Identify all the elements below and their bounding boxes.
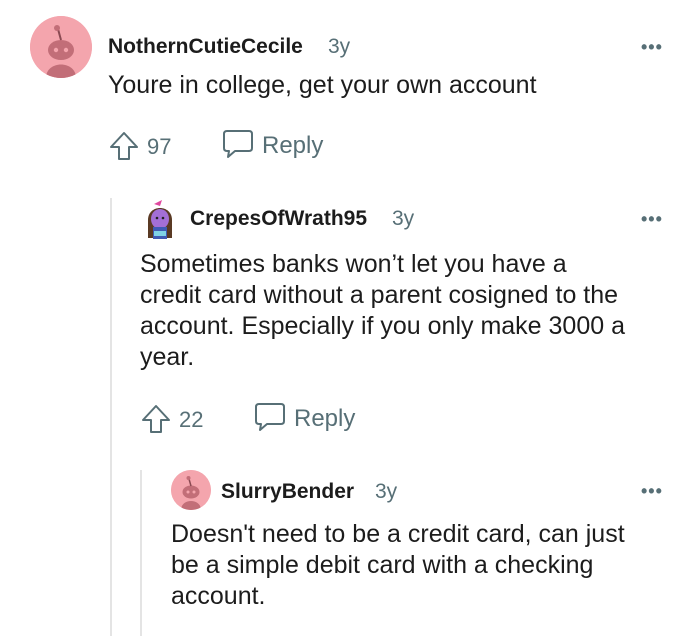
comment-age: 3y (375, 480, 398, 503)
comment-body-line: account. (171, 582, 266, 610)
thread-line (110, 198, 112, 636)
comment-age: 3y (392, 207, 415, 230)
upvote-arrow-icon[interactable] (108, 130, 140, 162)
comment-body-line: Sometimes banks won’t let you have a (140, 250, 567, 278)
comment-body: Doesn't need to be a credit card, can ju… (171, 519, 681, 612)
comment-username[interactable]: SlurryBender (221, 480, 354, 504)
reply-button[interactable]: Reply (294, 405, 355, 433)
snoo-avatar-icon (30, 16, 92, 78)
avatar[interactable] (142, 198, 178, 240)
comment-username[interactable]: NothernCutieCecile (108, 35, 303, 59)
comment-body-line: year. (140, 343, 195, 371)
more-options-icon[interactable]: ••• (641, 38, 663, 56)
upvote-count: 97 (147, 134, 172, 159)
avatar[interactable] (30, 16, 92, 78)
thread-line (140, 470, 142, 636)
comment-body-line: credit card without a parent cosigned to… (140, 281, 619, 309)
upvote-arrow-icon[interactable] (140, 403, 172, 435)
comment-username[interactable]: CrepesOfWrath95 (190, 207, 367, 231)
character-avatar-icon (142, 198, 178, 240)
comment-body-line: be a simple debit card with a checking (171, 551, 594, 579)
comment-age: 3y (328, 35, 351, 58)
comment-body-line: account. Especially if you only make 300… (140, 312, 625, 340)
comment-body-line: Doesn't need to be a credit card, can ju… (171, 520, 625, 548)
comment-body: Youre in college, get your own account (108, 71, 537, 99)
snoo-avatar-icon (171, 470, 211, 510)
more-options-icon[interactable]: ••• (641, 482, 663, 500)
more-options-icon[interactable]: ••• (641, 210, 663, 228)
avatar[interactable] (171, 470, 211, 510)
reply-button[interactable]: Reply (262, 132, 323, 160)
comment-body: Sometimes banks won’t let you have a cre… (140, 249, 680, 373)
reply-bubble-icon[interactable] (253, 401, 287, 433)
reply-bubble-icon[interactable] (221, 128, 255, 160)
upvote-count: 22 (179, 407, 204, 432)
